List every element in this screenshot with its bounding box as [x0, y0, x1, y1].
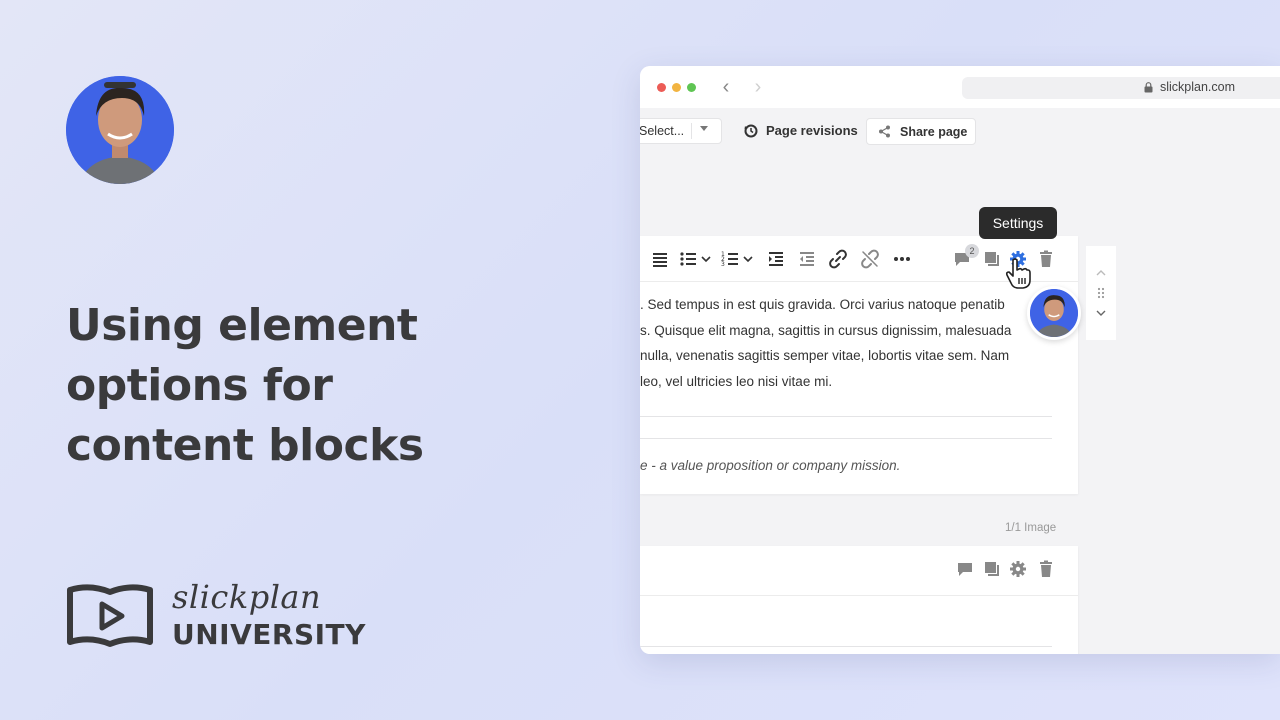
move-up-chevron-icon[interactable]	[1094, 266, 1108, 280]
settings-tooltip: Settings	[979, 207, 1057, 239]
page-select-value: Select...	[640, 124, 685, 138]
browser-window: ‹ › slickplan.com Select... Page revisio…	[640, 66, 1280, 654]
trash-icon[interactable]	[1036, 559, 1056, 579]
brand-script-text: slickplan	[172, 578, 322, 616]
settings-gear-icon[interactable]	[1008, 559, 1028, 579]
image-drop-area[interactable]	[640, 646, 1052, 654]
url-text: slickplan.com	[1160, 80, 1236, 94]
page-headline: Using element options for content blocks	[66, 296, 506, 476]
open-book-play-icon	[67, 584, 153, 647]
tagline-text[interactable]: e - a value proposition or company missi…	[640, 458, 900, 473]
presenter-avatar	[66, 76, 174, 184]
collaborator-avatar[interactable]	[1027, 286, 1081, 340]
block-reorder-controls	[1086, 246, 1116, 340]
paragraph-line: leo, vel ultricies leo nisi vitae mi.	[640, 373, 833, 389]
indent-icon[interactable]	[766, 249, 786, 269]
address-bar[interactable]: slickplan.com	[962, 77, 1280, 99]
headline-line-1: Using element	[66, 300, 418, 351]
paragraph-line: nulla, venenatis sagittis semper vitae, …	[640, 348, 1010, 363]
close-window-dot[interactable]	[657, 83, 666, 92]
align-justify-icon[interactable]	[650, 249, 670, 269]
chevron-down-icon[interactable]	[700, 249, 712, 269]
headline-line-3: content blocks	[66, 420, 424, 471]
chevron-down-icon[interactable]	[742, 249, 754, 269]
paragraph-line: s. Quisque elit magna, sagittis in cursu…	[640, 322, 1012, 338]
paragraph-line: . Sed tempus in est quis gravida. Orci v…	[640, 297, 1005, 312]
bulleted-list-icon[interactable]	[678, 249, 698, 269]
brand-logo: slickplan UNIVERSITY	[66, 578, 376, 658]
link-icon[interactable]	[828, 249, 848, 269]
move-down-chevron-icon[interactable]	[1094, 306, 1108, 320]
unlink-icon[interactable]	[860, 249, 880, 269]
share-page-label: Share page	[900, 125, 968, 139]
block-toolbar	[640, 546, 1078, 596]
numbered-list-icon[interactable]: 123	[720, 249, 740, 269]
duplicate-icon[interactable]	[982, 559, 1002, 579]
headline-line-2: options for	[66, 360, 333, 411]
brand-university-text: UNIVERSITY	[172, 618, 366, 651]
share-page-button[interactable]: Share page	[866, 118, 976, 145]
browser-titlebar: ‹ › slickplan.com	[640, 66, 1280, 108]
paragraph-text[interactable]: . Sed tempus in est quis gravida. Orci v…	[640, 292, 1040, 394]
pointer-hand-cursor-icon	[1005, 258, 1031, 289]
page-select-dropdown[interactable]: Select...	[640, 118, 722, 144]
svg-text:3: 3	[721, 261, 725, 268]
more-options-icon[interactable]	[892, 249, 912, 269]
history-icon	[744, 124, 758, 138]
comment-icon[interactable]	[955, 559, 975, 579]
divider	[640, 416, 1052, 417]
divider	[640, 438, 1052, 439]
lock-icon	[1144, 82, 1153, 93]
minimize-window-dot[interactable]	[672, 83, 681, 92]
share-icon	[879, 125, 890, 138]
forward-chevron-icon[interactable]: ›	[748, 76, 768, 98]
caret-down-icon	[700, 126, 708, 131]
trash-icon[interactable]	[1036, 249, 1056, 269]
image-count-label: 1/1 Image	[1005, 522, 1057, 534]
back-chevron-icon[interactable]: ‹	[716, 76, 736, 98]
duplicate-icon[interactable]	[982, 249, 1002, 269]
page-revisions-label: Page revisions	[766, 123, 858, 138]
maximize-window-dot[interactable]	[687, 83, 696, 92]
drag-handle-icon[interactable]	[1094, 286, 1108, 300]
comment-count-badge: 2	[965, 244, 979, 258]
image-content-block[interactable]	[640, 546, 1078, 654]
page-toolbar: Select... Page revisions Share page	[640, 116, 1280, 148]
outdent-icon[interactable]	[797, 249, 817, 269]
